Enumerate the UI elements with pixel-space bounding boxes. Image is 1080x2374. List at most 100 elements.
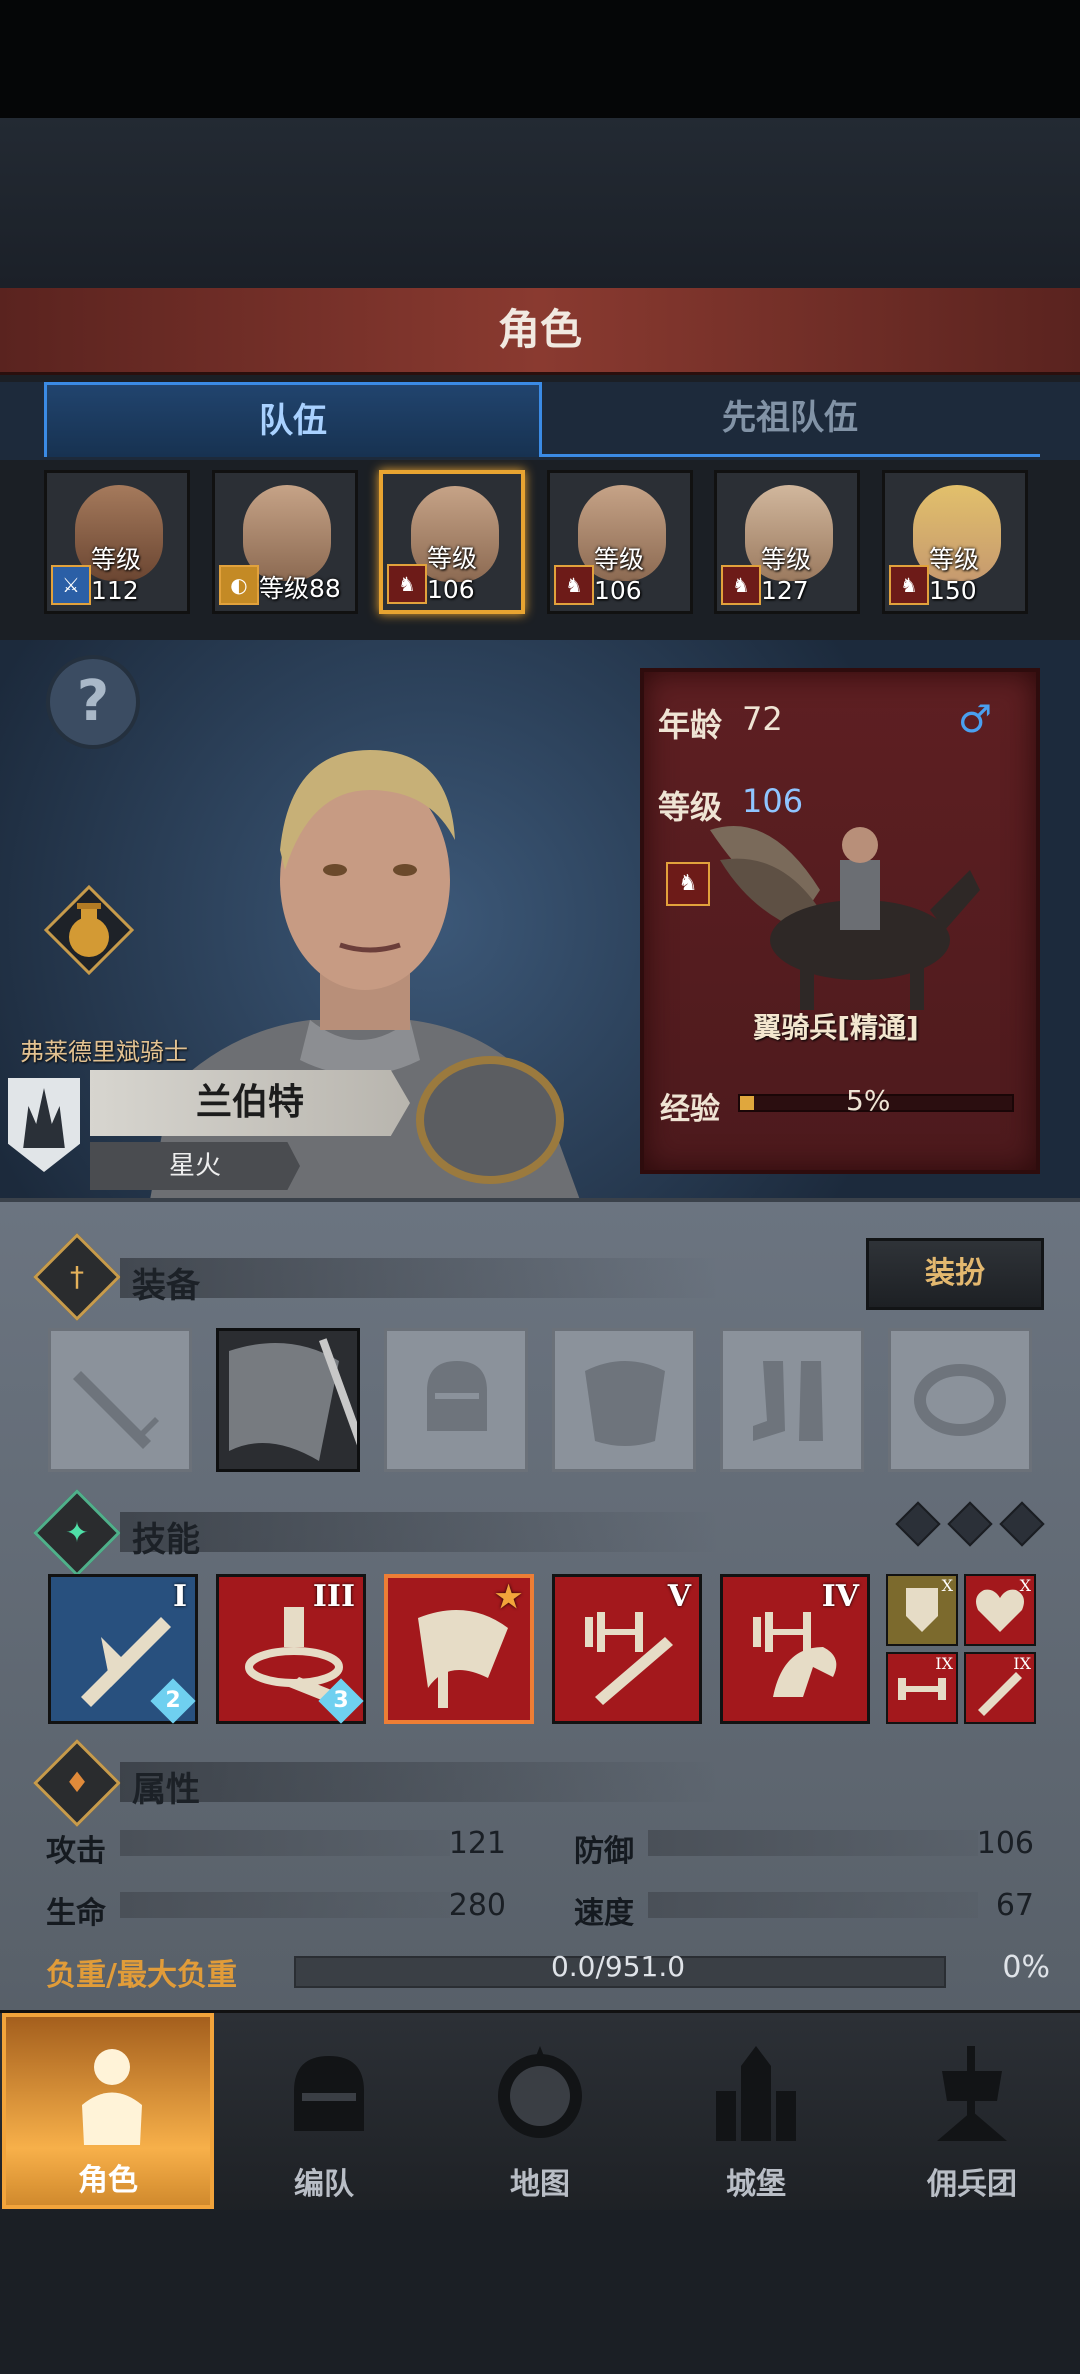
equip-slot-boots[interactable] (720, 1328, 864, 1472)
nav-castle[interactable]: 城堡 (650, 2013, 862, 2209)
skill-rank: IV (821, 1579, 859, 1614)
bottom-band (0, 2210, 1080, 2374)
nav-label: 地图 (510, 2167, 570, 2202)
armor-icon (585, 1361, 665, 1446)
top-band (0, 118, 1080, 288)
skill-rank: V (667, 1579, 691, 1614)
nav-formation[interactable]: 编队 (218, 2013, 430, 2209)
hero-name-plate: 兰伯特 (90, 1070, 410, 1136)
skill-5[interactable]: IV (720, 1574, 870, 1724)
passive-skill-4[interactable]: IX (964, 1652, 1036, 1724)
skill-rank: I (172, 1579, 187, 1614)
skill-rank: X (1019, 1576, 1031, 1595)
age-value: 72 (742, 700, 783, 738)
nav-mercenaries[interactable]: 佣兵团 (866, 2013, 1078, 2209)
roster-character-5[interactable]: ♞ 等级127 (714, 470, 860, 614)
exp-label: 经验 (660, 1092, 720, 1127)
castle-icon (716, 2046, 796, 2141)
equip-slot-ring[interactable] (888, 1328, 1032, 1472)
boots-icon (753, 1361, 823, 1441)
passive-skill-2[interactable]: X (964, 1574, 1036, 1646)
load-label: 负重/最大负重 (46, 1958, 237, 1993)
hero-name: 兰伯特 (195, 1082, 304, 1123)
skill-1[interactable]: I 2 (48, 1574, 198, 1724)
lance-class-icon: ⚔ (51, 565, 91, 605)
helmet-icon (294, 2056, 364, 2131)
tab-ancestor-team[interactable]: 先祖队伍 (540, 382, 1040, 457)
nav-map[interactable]: 地图 (434, 2013, 646, 2209)
equip-slot-banner[interactable] (216, 1328, 371, 1472)
nav-label: 编队 (294, 2167, 354, 2202)
roster-level: 等级106 (594, 545, 645, 605)
roster-character-4[interactable]: ♞ 等级106 (547, 470, 693, 614)
equip-slot-armor[interactable] (552, 1328, 696, 1472)
roster-character-1[interactable]: ⚔ 等级112 (44, 470, 190, 614)
roster-level: 等级150 (929, 545, 980, 605)
defense-value: 106 (976, 1826, 1034, 1861)
roster-level: 等级106 (427, 544, 478, 604)
skill-rank: IX (1013, 1654, 1031, 1673)
life-value: 280 (448, 1888, 506, 1923)
character-roster: ⚔ 等级112 ◐ 等级88 ♞ 等级106 ♞ 等级106 ♞ 等级127 ♞… (44, 470, 1044, 620)
section-underline (120, 1258, 720, 1298)
banner-icon (229, 1338, 371, 1462)
nav-label: 城堡 (726, 2167, 786, 2202)
roster-character-3-selected[interactable]: ♞ 等级106 (379, 470, 525, 614)
skill-level-badge: 3 (318, 1678, 364, 1724)
roster-level: 等级127 (761, 545, 812, 605)
skill-3-selected[interactable]: ★ (384, 1574, 534, 1724)
page-title: 角色 (497, 305, 582, 354)
tab-team[interactable]: 队伍 (44, 382, 542, 457)
equip-slot-helmet[interactable] (384, 1328, 528, 1472)
attack-bar (120, 1830, 450, 1856)
skill-2[interactable]: III 3 (216, 1574, 366, 1724)
age-label: 年龄 (658, 706, 723, 744)
skill-rank: IX (935, 1654, 953, 1673)
passive-skill-1[interactable]: X (886, 1574, 958, 1646)
tab-bar: 队伍 先祖队伍 (0, 382, 1080, 460)
diamond-icon (999, 1501, 1045, 1547)
skill-level: 2 (165, 1688, 181, 1713)
hero-title-plate: 星火 (90, 1142, 300, 1190)
cavalry-class-icon: ♞ (889, 565, 929, 605)
attributes-section-label: 属性 (132, 1770, 200, 1810)
male-gender-icon: ♂ (958, 697, 993, 741)
sword-icon (73, 1371, 159, 1449)
cavalry-class-icon: ♞ (554, 565, 594, 605)
skill-slot-indicators (895, 1501, 1058, 1547)
skill-level: 3 (333, 1688, 349, 1713)
exp-value: 5% (846, 1084, 891, 1117)
diamond-icon (947, 1501, 993, 1547)
load-percent: 0% (1002, 1950, 1050, 1985)
roster-level: 等级88 (259, 574, 341, 603)
section-underline (120, 1762, 720, 1802)
diamond-icon (895, 1501, 941, 1547)
outfit-button[interactable]: 装扮 (866, 1238, 1044, 1310)
passive-skill-3[interactable]: IX (886, 1652, 958, 1724)
skill-level-badge: 2 (150, 1678, 196, 1724)
roster-level: 等级112 (91, 545, 142, 605)
hero-class-title: 弗莱德里斌骑士 (20, 1038, 188, 1066)
equip-slot-weapon[interactable] (48, 1328, 192, 1472)
life-label: 生命 (46, 1896, 106, 1931)
bottom-navigation: 角色 编队 地图 城堡 佣兵团 (0, 2010, 1080, 2213)
skill-4[interactable]: V (552, 1574, 702, 1724)
knight-icon (82, 2049, 142, 2145)
speed-bar (648, 1892, 978, 1918)
skill-rank: III (312, 1579, 355, 1614)
roster-character-6[interactable]: ♞ 等级150 (882, 470, 1028, 614)
roster-character-2[interactable]: ◐ 等级88 (212, 470, 358, 614)
cavalry-class-icon: ♞ (721, 565, 761, 605)
hero-title: 星火 (168, 1151, 221, 1181)
defense-label: 防御 (574, 1834, 634, 1869)
compass-map-icon (498, 2046, 582, 2138)
cavalry-class-icon: ♞ (387, 564, 427, 604)
status-bar-area (0, 0, 1080, 118)
page-title-bar: 角色 (0, 288, 1080, 375)
skills-section-label: 技能 (132, 1520, 200, 1560)
section-underline (120, 1512, 720, 1552)
equipment-section-label: 装备 (132, 1266, 200, 1306)
mercenary-banner-icon (937, 2046, 1007, 2141)
nav-character[interactable]: 角色 (2, 2013, 214, 2209)
nav-label: 角色 (78, 2163, 138, 2198)
